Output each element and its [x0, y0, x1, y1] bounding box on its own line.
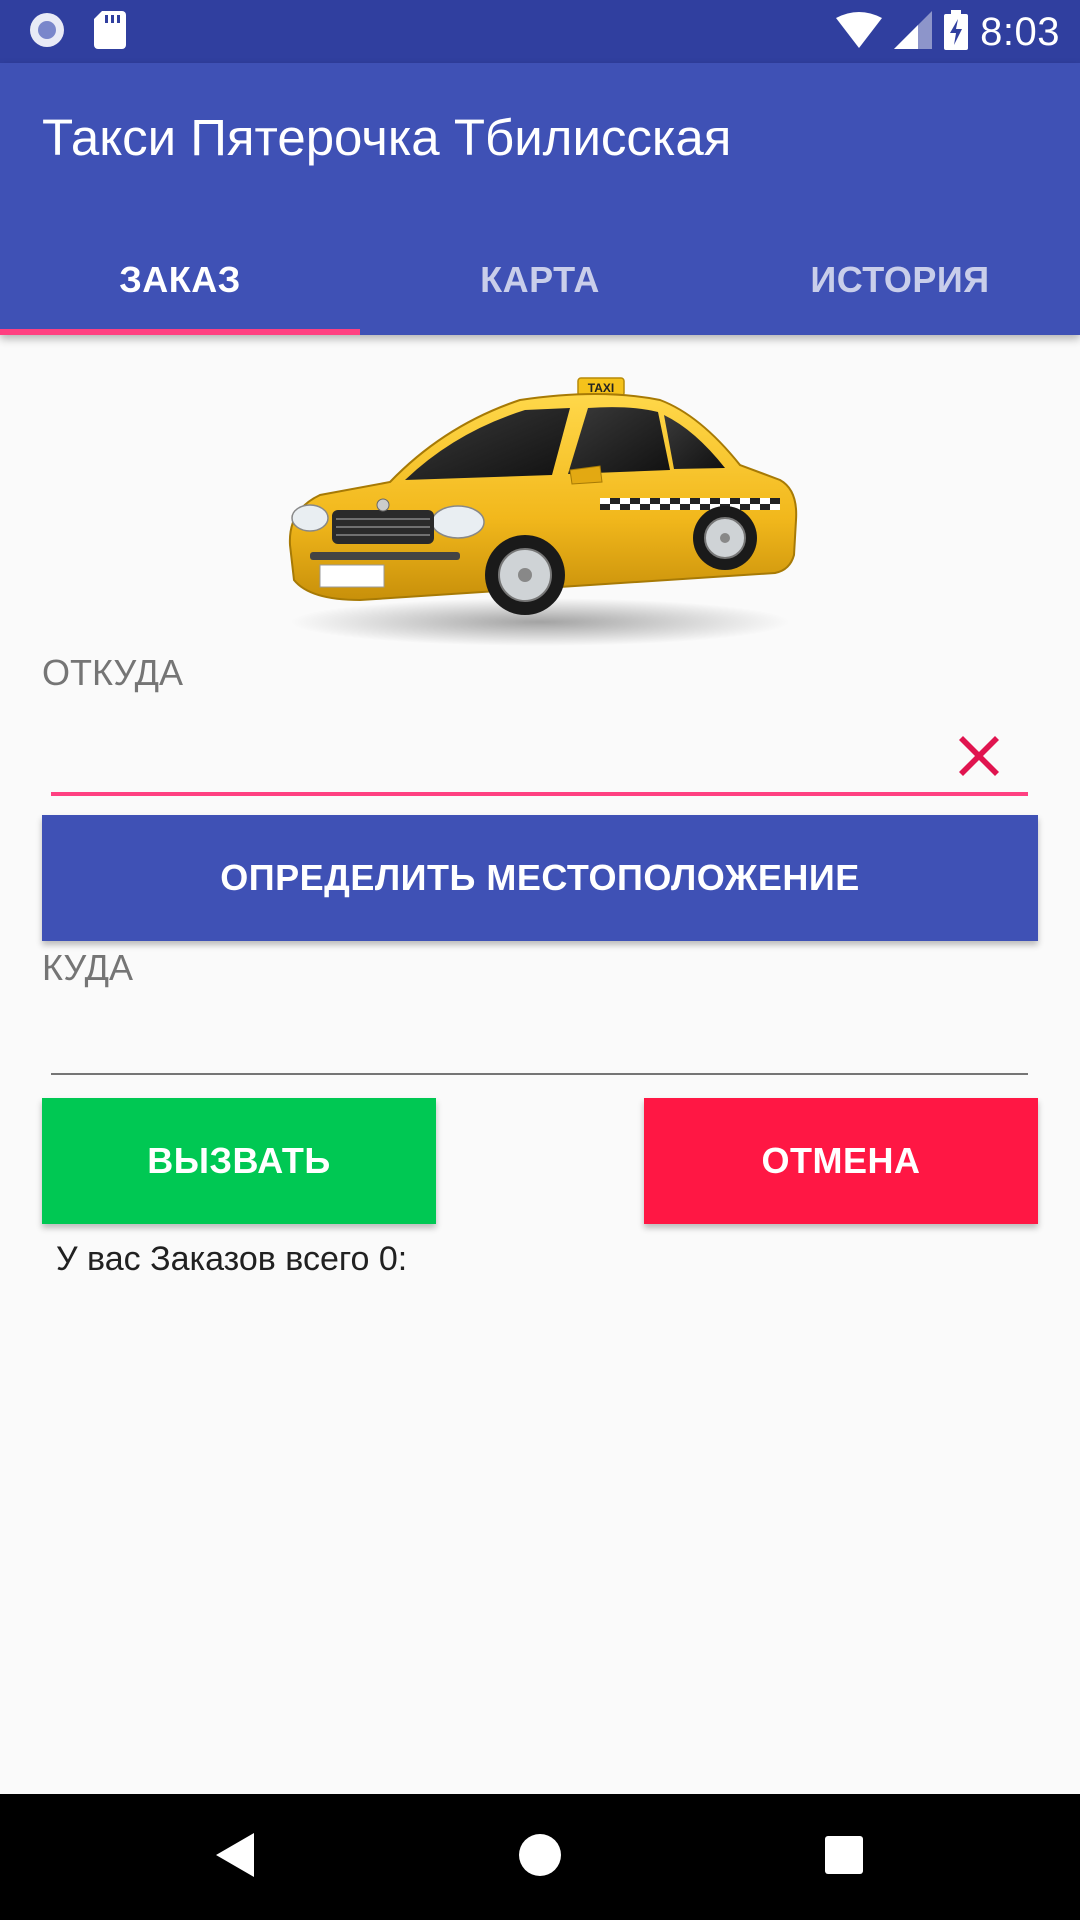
checker-stripe [600, 498, 780, 510]
call-button[interactable]: ВЫЗВАТЬ [42, 1098, 436, 1224]
tab-bar: ЗАКАЗ КАРТА ИСТОРИЯ [0, 225, 1080, 335]
from-label: ОТКУДА [42, 652, 184, 693]
from-underline [51, 792, 1028, 796]
taxi-car-image: TAXI [270, 370, 810, 650]
recents-square-icon [823, 1834, 865, 1881]
back-triangle-icon [214, 1831, 258, 1884]
tab-indicator [0, 329, 360, 335]
notification-circle-icon [28, 11, 66, 54]
nav-recents-button[interactable] [811, 1824, 877, 1890]
taxi-sign-text: TAXI [588, 381, 614, 395]
to-underline [51, 1073, 1028, 1075]
cancel-button[interactable]: ОТМЕНА [644, 1098, 1038, 1224]
tab-order[interactable]: ЗАКАЗ [0, 225, 360, 335]
tab-history[interactable]: ИСТОРИЯ [720, 225, 1080, 335]
nav-back-button[interactable] [203, 1824, 269, 1890]
sd-card-icon [94, 10, 126, 54]
tab-map[interactable]: КАРТА [360, 225, 720, 335]
status-bar: 8:03 [0, 0, 1080, 63]
home-circle-icon [517, 1832, 563, 1883]
status-time: 8:03 [980, 9, 1060, 54]
to-input[interactable] [51, 1005, 955, 1067]
nav-home-button[interactable] [507, 1824, 573, 1890]
close-icon [955, 736, 1003, 784]
orders-count-text: У вас Заказов всего 0: [56, 1240, 408, 1278]
battery-charging-icon [944, 9, 969, 55]
status-right-icons: 8:03 [836, 8, 1060, 56]
wifi-icon [836, 11, 883, 53]
from-clear-button[interactable] [955, 732, 1003, 780]
app-bar: Такси Пятерочка Тбилисская ЗАКАЗ КАРТА И… [0, 63, 1080, 335]
locate-button[interactable]: ОПРЕДЕЛИТЬ МЕСТОПОЛОЖЕНИЕ [42, 815, 1038, 941]
status-left-icons [28, 10, 126, 54]
app-title: Такси Пятерочка Тбилисская [42, 109, 732, 166]
navigation-bar [0, 1794, 1080, 1920]
to-label: КУДА [42, 947, 134, 988]
from-input[interactable] [51, 726, 955, 788]
cell-signal-icon [894, 10, 933, 54]
